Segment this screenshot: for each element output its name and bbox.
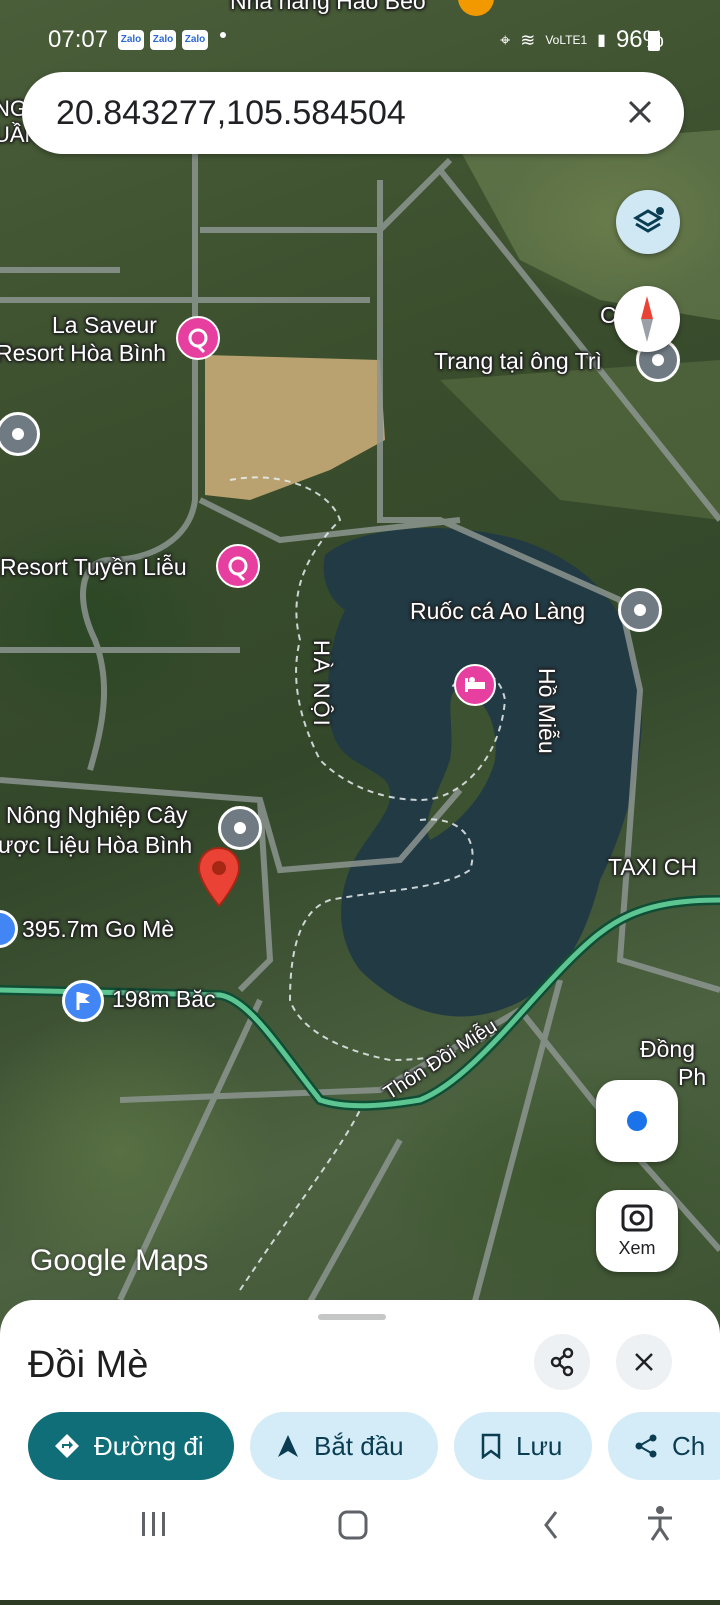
recent-apps-icon[interactable] [142, 1512, 165, 1536]
place-label-ruoc-ca[interactable]: Ruốc cá Ao Làng [410, 598, 585, 625]
place-label-go-me[interactable]: 395.7m Go Mè [22, 916, 174, 943]
search-input[interactable] [54, 90, 598, 136]
compass-button[interactable] [614, 286, 680, 352]
place-label-taxi[interactable]: TAXI CH [608, 854, 697, 881]
network-label: VoLTE1 [545, 33, 588, 47]
layers-button[interactable] [616, 190, 680, 254]
bookmark-icon [481, 1433, 501, 1459]
place-label-bac[interactable]: 198m Băc [112, 986, 216, 1013]
home-icon[interactable] [338, 1510, 368, 1540]
share-icon [635, 1434, 657, 1458]
search-bar[interactable] [22, 72, 684, 154]
hotel-pin-icon[interactable] [454, 664, 496, 706]
share-icon [550, 1347, 574, 1377]
lens-icon [621, 1204, 653, 1232]
start-button[interactable]: Bắt đầu [250, 1412, 438, 1480]
directions-button[interactable]: Đường đi [28, 1412, 234, 1480]
drag-handle[interactable] [318, 1314, 386, 1320]
place-label-la-saveur-line2[interactable]: Resort Hòa Bình [0, 340, 166, 367]
lake-label: Hồ Miễu [534, 668, 560, 754]
compass-icon [641, 296, 653, 342]
place-label-dong[interactable]: Đồng [640, 1036, 695, 1063]
place-pin-icon[interactable] [618, 588, 662, 632]
directions-label: Đường đi [94, 1430, 204, 1461]
location-status-icon: ⌖ [500, 29, 511, 50]
close-icon[interactable] [620, 92, 660, 132]
lens-label: Xem [618, 1238, 656, 1258]
share-label: Ch [672, 1430, 706, 1461]
back-icon[interactable] [544, 1511, 558, 1539]
place-title: Đồi Mè [28, 1344, 149, 1386]
navigation-arrow-icon [278, 1435, 298, 1457]
accessibility-icon[interactable] [648, 1506, 672, 1541]
place-label-dong-line2[interactable]: Ph [678, 1064, 706, 1091]
directions-icon [55, 1434, 79, 1458]
close-button[interactable] [616, 1334, 672, 1390]
map-canvas[interactable]: Nhà hàng Hảo Béo HÀ NỘI Hồ Miễu Thôn Đồi… [0, 0, 720, 1330]
place-label-nong-nghiep[interactable]: Nông Nghiệp Cây [6, 802, 188, 829]
start-label: Bắt đầu [314, 1430, 404, 1461]
place-pin-icon[interactable] [218, 806, 262, 850]
place-label-nong-nghiep-line2[interactable]: ược Liệu Hòa Bình [0, 832, 192, 859]
system-nav-bar [0, 1490, 720, 1600]
save-label: Lưu [516, 1430, 563, 1461]
place-label-trang-ong-tri[interactable]: Trang tại ông Trì [434, 348, 602, 375]
partial-place-label: Nhà hàng Hảo Béo [230, 0, 426, 14]
save-button[interactable]: Lưu [454, 1412, 592, 1480]
zalo-icon: Zalo [150, 30, 176, 50]
resort-pin-icon[interactable] [176, 316, 220, 360]
my-location-button[interactable] [596, 1080, 678, 1162]
flag-pin-icon[interactable] [62, 980, 104, 1022]
layers-icon [633, 207, 664, 233]
area-label-ha-noi: HÀ NỘI [309, 640, 334, 728]
place-label-resort-tuyen-lieu[interactable]: Resort Tuyền Liễu [0, 554, 187, 581]
share-chip-button[interactable]: Ch [608, 1412, 720, 1480]
zalo-icon: Zalo [118, 30, 144, 50]
place-label-la-saveur[interactable]: La Saveur [52, 312, 157, 339]
lens-button[interactable]: Xem [596, 1190, 678, 1272]
close-icon [635, 1353, 653, 1371]
notification-dot-icon [220, 32, 226, 38]
share-button[interactable] [534, 1334, 590, 1390]
wifi-icon: ≋ [520, 29, 536, 50]
resort-pin-icon[interactable] [216, 544, 260, 588]
zalo-icon: Zalo [182, 30, 208, 50]
google-maps-watermark: Google Maps [30, 1244, 209, 1277]
signal-icon: ▮ [597, 32, 606, 49]
my-location-icon [627, 1111, 647, 1131]
status-bar: 07:07 Zalo Zalo Zalo ⌖ ≋ VoLTE1 ▮ 96% [0, 22, 720, 58]
dropped-pin-icon[interactable] [196, 846, 242, 915]
status-time: 07:07 [48, 26, 109, 53]
battery-icon [648, 31, 660, 51]
